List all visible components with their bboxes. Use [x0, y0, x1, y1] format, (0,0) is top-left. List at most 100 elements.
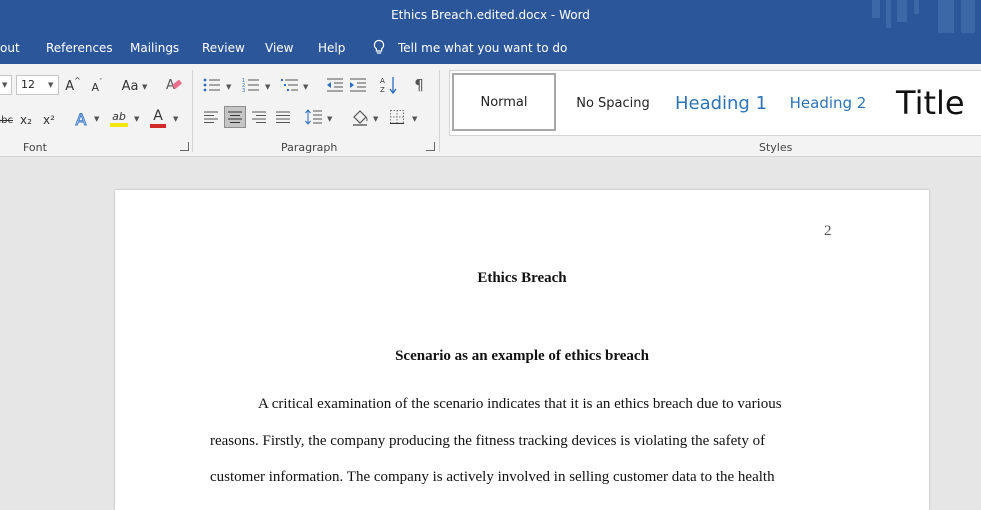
grow-font-label: A	[65, 78, 75, 94]
text-effects-label: A	[75, 109, 87, 129]
strikethrough-button[interactable]: abc	[0, 112, 13, 128]
tab-view[interactable]: View	[265, 41, 293, 55]
grow-font-button[interactable]: A ^	[65, 75, 81, 95]
sort-icon: AZ	[380, 77, 397, 95]
svg-text:A: A	[380, 77, 385, 85]
ribbon: ▼ 12 ▼ A^ Aˇ Aa ▼ A abc x₂ x² A ▼ ab ▼ A…	[0, 64, 981, 157]
style-heading-2[interactable]: Heading 2	[780, 71, 876, 135]
superscript-label: x²	[43, 113, 55, 127]
styles-gallery: Normal No Spacing Heading 1 Heading 2 Ti…	[449, 70, 981, 136]
chevron-down-icon: ▼	[373, 115, 379, 123]
numbered-list-icon: 123	[242, 78, 259, 92]
decorative-bar	[872, 0, 880, 18]
style-heading-2-label: Heading 2	[789, 94, 867, 112]
show-formatting-button[interactable]: ¶	[411, 76, 427, 94]
style-title-label: Title	[896, 84, 965, 122]
decorative-bar	[938, 0, 954, 33]
increase-indent-icon	[350, 78, 366, 92]
chevron-down-icon: ▼	[303, 83, 309, 91]
font-color-label: A	[153, 108, 163, 124]
chevron-down-icon: ▼	[142, 83, 148, 91]
shrink-arrow-icon: ˇ	[99, 78, 103, 86]
line-spacing-icon	[305, 109, 322, 125]
font-color-button[interactable]: A	[149, 108, 167, 128]
highlight-label: ab	[112, 109, 126, 123]
font-dialog-launcher[interactable]	[180, 142, 189, 151]
paint-bucket-icon	[353, 110, 368, 126]
tell-me-search[interactable]: Tell me what you want to do	[398, 41, 567, 55]
paragraph-line: reasons. Firstly, the company producing …	[210, 433, 766, 449]
subscript-button[interactable]: x₂	[18, 111, 34, 129]
shrink-font-label: A	[91, 80, 100, 94]
style-normal[interactable]: Normal	[452, 73, 556, 131]
divider	[439, 70, 440, 152]
change-case-label: Aa	[121, 78, 139, 94]
align-right-icon	[252, 111, 266, 123]
decorative-bar	[961, 0, 975, 36]
paragraph-group-label: Paragraph	[281, 141, 338, 154]
sort-button[interactable]: AZ	[380, 75, 398, 95]
align-center-button[interactable]	[224, 106, 246, 128]
align-center-icon	[228, 111, 242, 123]
grow-arrow-icon: ^	[74, 75, 81, 85]
tab-mailings[interactable]: Mailings	[130, 41, 179, 55]
window-title: Ethics Breach.edited.docx - Word	[391, 8, 590, 22]
font-size-combo[interactable]: 12 ▼	[16, 75, 59, 95]
tab-references[interactable]: References	[46, 41, 113, 55]
text-effects-button[interactable]: A	[72, 109, 90, 129]
chevron-down-icon: ▼	[48, 81, 54, 89]
paragraph-line: A critical examination of the scenario i…	[258, 396, 782, 412]
decorative-bar	[886, 0, 891, 28]
tab-review[interactable]: Review	[202, 41, 245, 55]
tab-help[interactable]: Help	[318, 41, 345, 55]
clear-formatting-button[interactable]: A	[165, 76, 183, 94]
multilevel-list-icon	[281, 79, 298, 91]
increase-indent-button[interactable]	[348, 76, 368, 94]
numbering-button[interactable]: 123	[241, 76, 261, 94]
lightbulb-icon	[372, 39, 386, 59]
subscript-label: x₂	[20, 113, 32, 127]
borders-button[interactable]	[388, 108, 406, 126]
align-right-button[interactable]	[250, 108, 268, 126]
title-bar: Ethics Breach.edited.docx - Word	[0, 0, 981, 36]
paragraph-dialog-launcher[interactable]	[426, 142, 435, 151]
style-normal-label: Normal	[480, 94, 528, 110]
document-page[interactable]: 2 Ethics Breach Scenario as an example o…	[115, 190, 929, 510]
decorative-bar	[914, 0, 919, 14]
ribbon-tabs: out References Mailings Review View Help…	[0, 33, 981, 64]
decrease-indent-button[interactable]	[325, 76, 345, 94]
highlight-color-bar	[110, 122, 128, 127]
justify-button[interactable]	[274, 108, 292, 126]
chevron-down-icon: ▼	[2, 81, 8, 89]
styles-group-label: Styles	[759, 141, 793, 154]
highlight-button[interactable]: ab	[109, 108, 129, 128]
decorative-bar	[897, 0, 907, 22]
chevron-down-icon: ▼	[94, 115, 100, 123]
style-title[interactable]: Title	[896, 71, 981, 135]
chevron-down-icon: ▼	[412, 115, 418, 123]
chevron-down-icon: ▼	[226, 83, 232, 91]
change-case-button[interactable]: Aa	[119, 77, 141, 95]
multilevel-list-button[interactable]	[280, 76, 300, 94]
chevron-down-icon: ▼	[173, 115, 179, 123]
shrink-font-button[interactable]: Aˇ	[90, 78, 104, 95]
chevron-down-icon: ▼	[327, 115, 333, 123]
decrease-indent-icon	[327, 78, 343, 92]
svg-text:Z: Z	[380, 86, 385, 94]
style-heading-1-label: Heading 1	[674, 92, 768, 114]
tab-layout[interactable]: out	[0, 41, 20, 55]
shading-button[interactable]	[350, 107, 370, 127]
align-left-button[interactable]	[202, 108, 220, 126]
justify-icon	[276, 111, 290, 123]
bullets-button[interactable]	[202, 76, 222, 94]
borders-icon	[390, 110, 404, 124]
superscript-button[interactable]: x²	[41, 111, 57, 129]
font-group-label: Font	[23, 141, 47, 154]
line-spacing-button[interactable]	[305, 107, 323, 127]
eraser-icon: A	[166, 78, 182, 93]
style-no-spacing[interactable]: No Spacing	[562, 71, 664, 135]
font-name-combo[interactable]: ▼	[0, 75, 12, 95]
section-heading: Scenario as an example of ethics breach	[395, 348, 649, 364]
style-heading-1[interactable]: Heading 1	[668, 71, 774, 135]
paragraph-line: customer information. The company is act…	[210, 469, 775, 485]
